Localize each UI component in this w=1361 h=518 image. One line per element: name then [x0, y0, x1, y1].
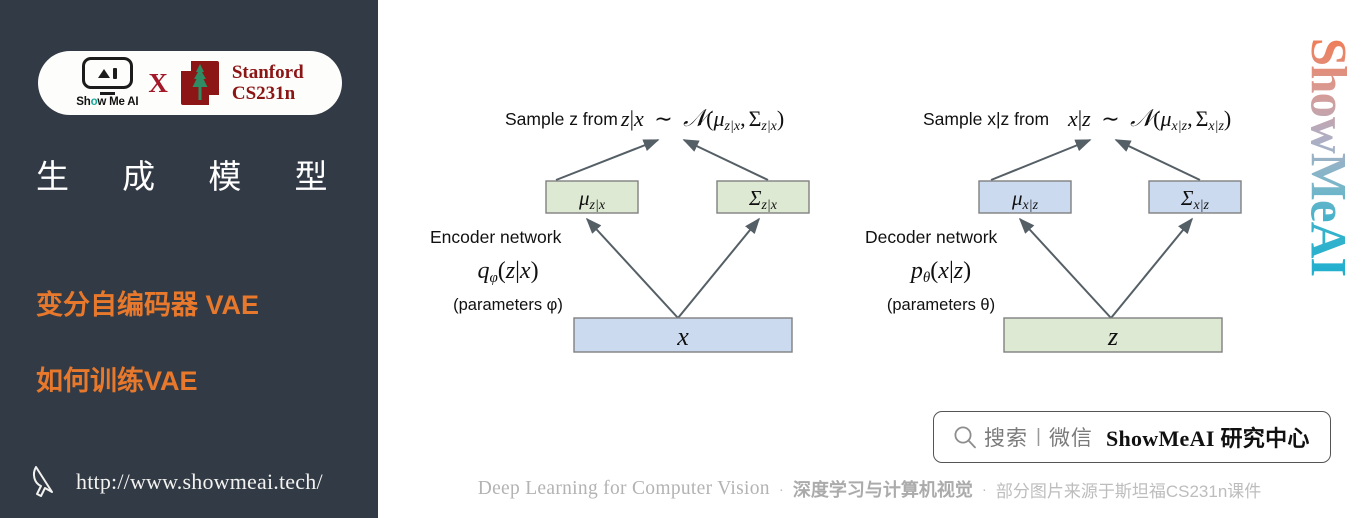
decoder-network-label: Decoder network — [865, 227, 998, 247]
footer-dot-2: · — [981, 480, 987, 498]
topic-item-2: 如何训练VAE — [36, 366, 198, 396]
encoder-network-formula: qφ(z|x) — [477, 258, 538, 286]
section-title: 生 成 模 型 — [36, 158, 350, 195]
arrow-z-to-sigma — [1110, 217, 1194, 319]
wechat-search-text: 搜索 — [984, 427, 1028, 450]
arrow-sigma-to-sample — [682, 139, 769, 181]
sidebar: Show Me AI X Stanford CS231n 生 成 模 型 变分自… — [0, 0, 378, 518]
slide-content: Sample z from z|x ∼ 𝒩(μz|x, Σz|x) μz|x Σz… — [378, 0, 1361, 518]
decoder-parameters: (parameters θ) — [887, 296, 995, 314]
stanford-line-1: Stanford — [231, 61, 304, 83]
site-url-row[interactable]: http://www.showmeai.tech/ — [30, 463, 323, 501]
arrow-x-to-sigma — [677, 217, 761, 319]
wechat-divider: | — [1036, 426, 1041, 447]
footer-chinese-note: 部分图片来源于斯坦福CS231n课件 — [995, 481, 1262, 501]
decoder-sample-label: Sample x|z from — [923, 109, 1049, 129]
decoder-group: Sample x|z from x|z ∼ 𝒩(μx|z, Σx|z) μx|z … — [865, 106, 1242, 353]
collab-x-icon: X — [148, 67, 168, 98]
arrow-sigma-to-sample-dec — [1114, 139, 1201, 181]
slide-root: Show Me AI X Stanford CS231n 生 成 模 型 变分自… — [0, 0, 1361, 518]
caret-icon — [98, 68, 111, 78]
encoder-parameters: (parameters φ) — [453, 296, 563, 314]
encoder-group: Sample z from z|x ∼ 𝒩(μz|x, Σz|x) μz|x Σz… — [430, 106, 810, 353]
stanford-course-label: Stanford CS231n — [232, 62, 304, 105]
wechat-channel-text: 微信 — [1048, 427, 1093, 450]
stanford-seal-icon — [176, 58, 223, 108]
stanford-tree-icon — [192, 64, 208, 100]
brand-badge: Show Me AI X Stanford CS231n — [38, 51, 342, 115]
wechat-account-name: ShowMeAI 研究中心 — [1105, 426, 1310, 451]
decoder-input-label: z — [1107, 322, 1118, 351]
showmeai-wordmark: Show Me AI — [76, 97, 138, 109]
arrow-x-to-mu — [585, 217, 679, 319]
cursor-icon — [32, 466, 53, 497]
decoder-network-formula: pθ(x|z) — [909, 258, 971, 286]
decoder-sample-formula: x|z ∼ 𝒩(μx|z, Σx|z) — [1067, 106, 1231, 134]
wechat-search-pill[interactable]: 搜索 | 微信 ShowMeAI 研究中心 — [933, 411, 1331, 463]
stanford-line-2: CS231n — [231, 83, 296, 104]
encoder-sample-label: Sample z from — [505, 109, 618, 129]
encoder-sample-formula: z|x ∼ 𝒩(μz|x, Σz|x) — [620, 106, 784, 134]
monitor-stand-icon — [99, 92, 115, 96]
arrow-z-to-mu — [1018, 217, 1112, 319]
arrow-mu-to-sample-dec — [990, 139, 1092, 181]
encoder-network-label: Encoder network — [430, 227, 562, 247]
footer-chinese-bold: 深度学习与计算机视觉 — [792, 480, 973, 500]
arrow-mu-to-sample — [555, 139, 660, 181]
showmeai-logo: Show Me AI — [76, 57, 139, 109]
wordmark-pre: Sh — [76, 96, 91, 109]
footer-dot-1: · — [778, 480, 784, 498]
encoder-input-label: x — [676, 322, 689, 351]
showmeai-monitor-icon — [81, 57, 133, 90]
wordmark-post: w Me AI — [97, 96, 139, 109]
search-icon — [954, 426, 976, 449]
bar-icon — [113, 67, 117, 79]
site-url-text: http://www.showmeai.tech/ — [76, 469, 323, 494]
footer-bar: Deep Learning for Computer Vision · 深度学习… — [378, 476, 1361, 502]
seal-notch-bottom — [208, 95, 223, 108]
topic-item-1: 变分自编码器 VAE — [36, 290, 260, 320]
footer-english: Deep Learning for Computer Vision — [477, 478, 770, 499]
